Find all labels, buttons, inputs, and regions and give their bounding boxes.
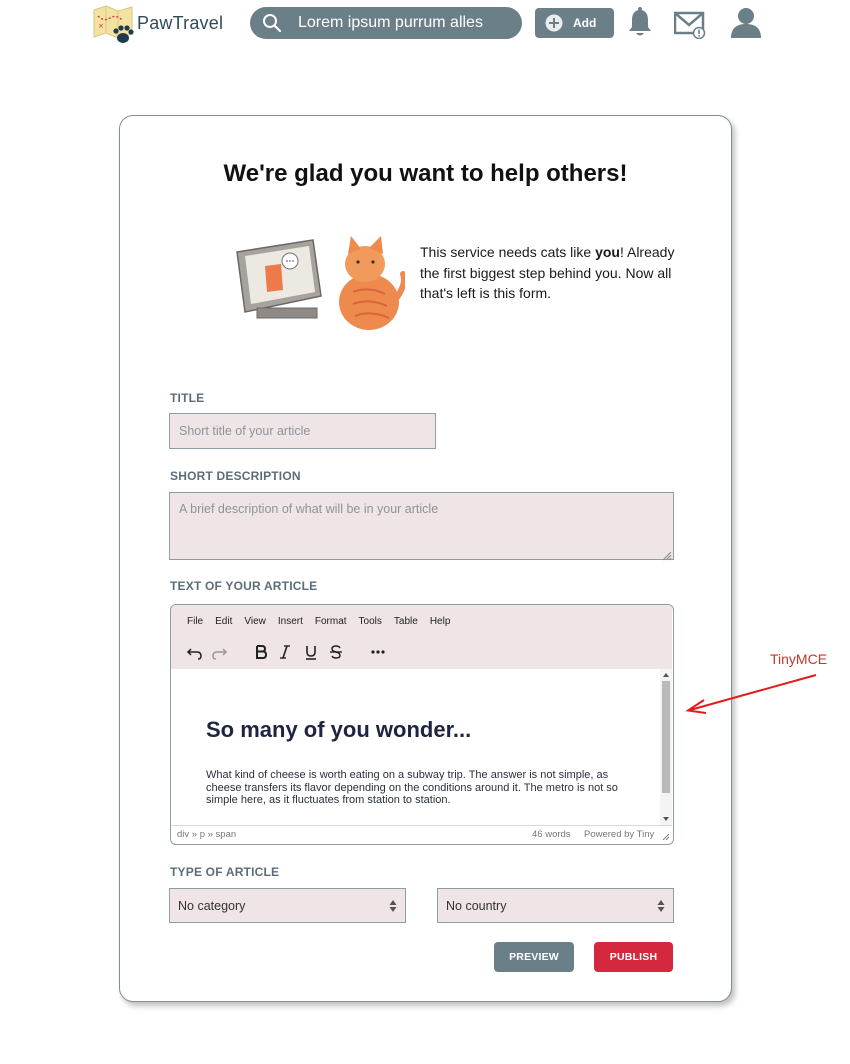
form-card: We're glad you want to help others! This… (119, 115, 732, 1002)
category-value: No category (178, 899, 246, 913)
menu-tools[interactable]: Tools (359, 616, 382, 627)
menu-insert[interactable]: Insert (278, 616, 303, 627)
tinymce-annotation-label: TinyMCE (770, 651, 828, 667)
editor-format-tools (185, 642, 405, 662)
mail-alert-icon[interactable] (674, 7, 706, 39)
editor-toolbar: File Edit View Insert Format Tools Table… (171, 605, 672, 669)
menu-format[interactable]: Format (315, 616, 347, 627)
cat-computer-illustration (236, 236, 405, 330)
svg-text:×: × (98, 22, 104, 30)
strikethrough-icon[interactable] (326, 642, 346, 662)
editor-scrollbar[interactable] (660, 669, 672, 825)
annotation-arrow-icon (685, 674, 817, 714)
short-description-label: SHORT DESCRIPTION (170, 469, 301, 483)
publish-button[interactable]: PUBLISH (594, 942, 673, 972)
redo-icon[interactable] (209, 642, 229, 662)
top-bar: × PawTravel Add (0, 0, 850, 50)
country-value: No country (446, 899, 507, 913)
category-select[interactable]: No category (169, 888, 406, 923)
search-bar[interactable] (250, 7, 522, 39)
intro-part-1: This service needs cats like (420, 244, 596, 260)
more-icon[interactable] (368, 642, 388, 662)
add-button-label: Add (573, 16, 597, 30)
country-select[interactable]: No country (437, 888, 674, 923)
word-count[interactable]: 46 words (532, 829, 571, 840)
undo-icon[interactable] (185, 642, 205, 662)
menu-help[interactable]: Help (430, 616, 451, 627)
plus-circle-icon (545, 14, 563, 32)
editor-content[interactable]: So many of you wonder... What kind of ch… (171, 669, 661, 825)
brand-name[interactable]: PawTravel (137, 13, 223, 34)
bold-icon[interactable] (251, 642, 271, 662)
article-text-label: TEXT OF YOUR ARTICLE (170, 579, 318, 593)
resize-grip-icon[interactable] (660, 549, 672, 561)
bell-icon[interactable] (627, 7, 653, 39)
editor-menubar: File Edit View Insert Format Tools Table… (187, 616, 462, 627)
italic-icon[interactable] (275, 642, 295, 662)
page-title: We're glad you want to help others! (223, 160, 628, 187)
preview-button[interactable]: PREVIEW (494, 942, 574, 972)
editor-heading[interactable]: So many of you wonder... (206, 717, 471, 743)
menu-file[interactable]: File (187, 616, 203, 627)
menu-view[interactable]: View (244, 616, 266, 627)
rich-text-editor[interactable]: File Edit View Insert Format Tools Table… (170, 604, 674, 845)
user-icon[interactable] (729, 7, 763, 39)
short-description-textarea[interactable] (169, 492, 674, 560)
intro-emphasis: you (595, 244, 620, 260)
editor-resize-icon[interactable] (662, 833, 669, 840)
add-button[interactable]: Add (535, 8, 614, 38)
paw-map-logo-icon[interactable]: × (92, 4, 136, 46)
article-type-label: TYPE OF ARTICLE (170, 865, 280, 879)
element-path[interactable]: div » p » span (177, 829, 236, 840)
underline-icon[interactable] (301, 642, 321, 662)
editor-statusbar: div » p » span 46 words Powered by Tiny (171, 825, 672, 844)
intro-text: This service needs cats like you! Alread… (420, 242, 680, 304)
select-arrows-icon (389, 900, 397, 912)
select-arrows-icon (657, 900, 665, 912)
powered-by[interactable]: Powered by Tiny (584, 829, 654, 840)
search-input[interactable] (298, 11, 513, 35)
menu-edit[interactable]: Edit (215, 616, 232, 627)
title-label: TITLE (170, 391, 205, 405)
search-icon[interactable] (262, 13, 282, 33)
title-input[interactable] (169, 413, 436, 449)
menu-table[interactable]: Table (394, 616, 418, 627)
editor-paragraph[interactable]: What kind of cheese is worth eating on a… (206, 769, 636, 807)
